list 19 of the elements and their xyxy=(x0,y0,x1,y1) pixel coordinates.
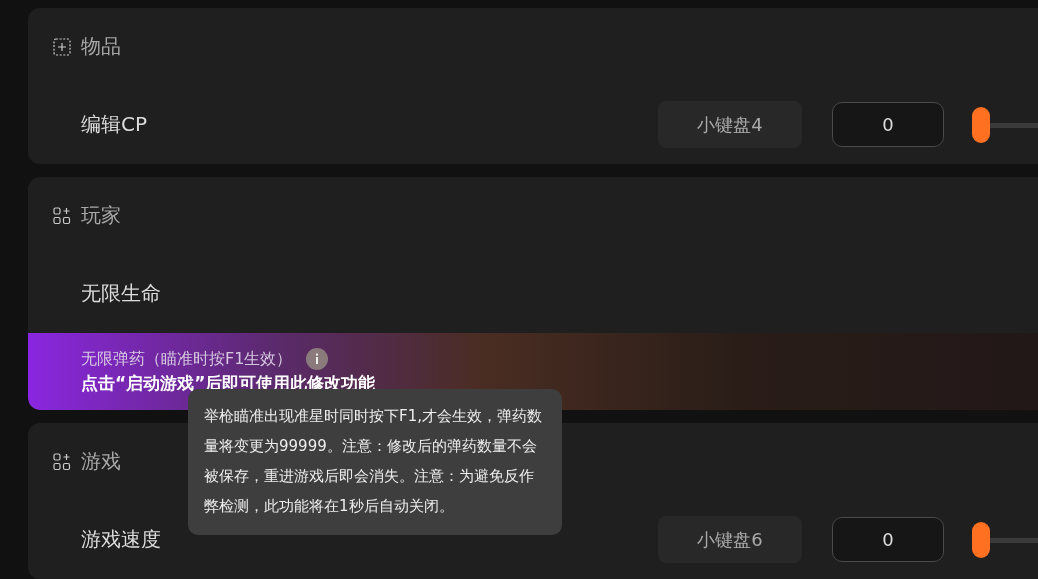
value-input[interactable]: 0 xyxy=(832,517,944,562)
hotkey-button[interactable]: 小键盘6 xyxy=(658,516,802,563)
info-icon[interactable] xyxy=(306,348,329,370)
option-label: 无限弹药（瞄准时按F1生效） xyxy=(81,348,293,370)
slider-thumb[interactable] xyxy=(972,521,990,558)
section-title: 物品 xyxy=(81,33,121,60)
grid-plus-icon xyxy=(53,206,71,225)
dashed-plus-icon xyxy=(53,37,71,56)
slider[interactable] xyxy=(972,521,1038,558)
slider-thumb[interactable] xyxy=(972,106,990,143)
hotkey-button[interactable]: 小键盘4 xyxy=(658,101,802,148)
value-input[interactable]: 0 xyxy=(832,102,944,147)
section-title: 游戏 xyxy=(81,448,121,475)
slider[interactable] xyxy=(972,106,1038,143)
option-label: 游戏速度 xyxy=(81,526,162,553)
option-label: 编辑CP xyxy=(81,111,149,138)
option-label: 无限生命 xyxy=(81,280,162,307)
section-title: 玩家 xyxy=(81,202,121,229)
grid-plus-icon xyxy=(53,452,71,471)
